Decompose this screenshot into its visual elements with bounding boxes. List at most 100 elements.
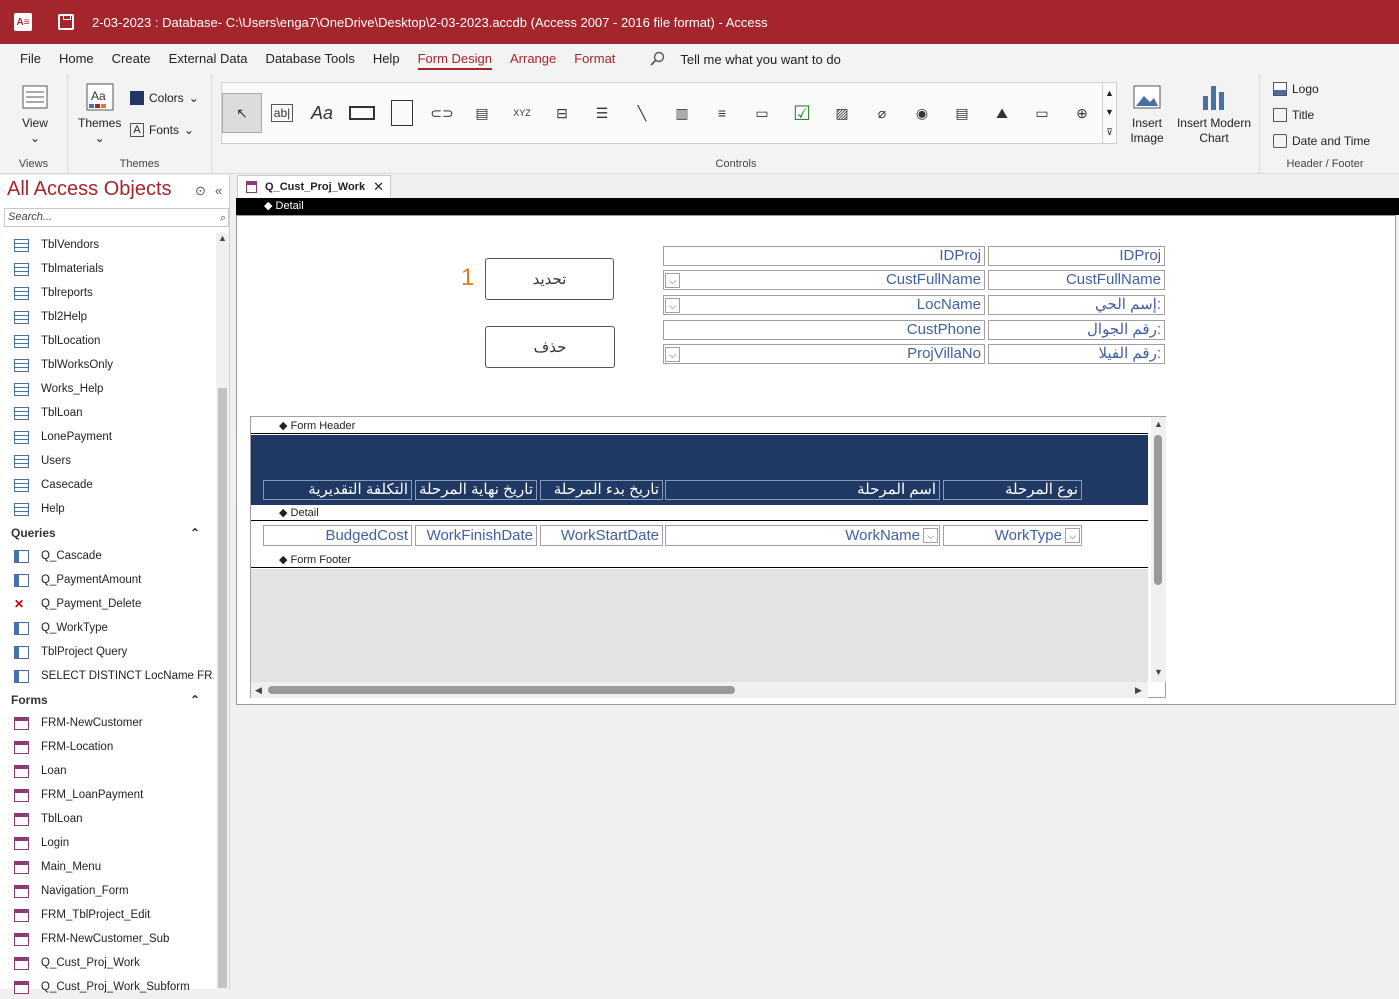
scroll-thumb[interactable] — [268, 686, 735, 694]
nav-pane-title[interactable]: All Access Objects — [7, 178, 172, 201]
title-button[interactable]: Title — [1273, 108, 1314, 122]
nav-table-item[interactable]: TblLocation — [0, 329, 214, 353]
idproj-textbox[interactable]: IDProj — [663, 246, 985, 266]
nav-form-item[interactable]: TblLoan — [0, 807, 214, 831]
queries-section-header[interactable]: Queries ⌃ — [0, 521, 214, 544]
nav-form-item[interactable]: FRM-NewCustomer — [0, 711, 214, 735]
subform-detail-bar[interactable]: ◆ Detail — [251, 505, 1148, 521]
locname-label[interactable]: إسم الحي: — [988, 295, 1165, 315]
tab-create[interactable]: Create — [103, 44, 160, 74]
scroll-down-icon[interactable]: ▼ — [1154, 667, 1163, 677]
workname-header[interactable]: اسم المرحلة — [665, 480, 940, 500]
tab-format[interactable]: Format — [565, 44, 624, 74]
custphone-label[interactable]: رقم الجوال: — [988, 320, 1165, 340]
nav-table-item[interactable]: LonePayment — [0, 425, 214, 449]
worktype-combobox[interactable]: ⌵ WorkType — [943, 525, 1082, 546]
nav-form-item[interactable]: Login — [0, 831, 214, 855]
collapse-pane-icon[interactable]: « — [215, 183, 222, 198]
themes-button[interactable]: Aa Themes ⌄ — [78, 82, 121, 146]
select-button[interactable]: تحديد — [485, 258, 614, 300]
nav-form-item[interactable]: Q_Cust_Proj_Work_Subform — [0, 975, 214, 999]
budgedcost-field[interactable]: BudgedCost — [263, 525, 412, 546]
nav-form-item[interactable]: Navigation_Form — [0, 879, 214, 903]
custphone-textbox[interactable]: CustPhone — [663, 320, 985, 340]
colors-button[interactable]: Colors ⌄ — [130, 91, 199, 105]
insert-chart-button[interactable]: Insert Modern Chart — [1176, 82, 1252, 146]
subform-horizontal-scrollbar[interactable]: ◀ ▶ — [251, 682, 1148, 698]
workstartdate-field[interactable]: WorkStartDate — [540, 525, 663, 546]
nav-query-item[interactable]: Q_Cascade — [0, 544, 214, 568]
nav-form-item[interactable]: FRM-NewCustomer_Sub — [0, 927, 214, 951]
work-subform-control[interactable]: ◆ Form Header التكلفة التقديرية تاريخ نه… — [250, 416, 1166, 698]
nav-table-item[interactable]: Works_Help — [0, 377, 214, 401]
chevron-down-icon[interactable]: ⌵ — [665, 298, 680, 313]
nav-form-item[interactable]: Q_Cust_Proj_Work — [0, 951, 214, 975]
nav-table-item[interactable]: Users — [0, 449, 214, 473]
custfullname-combobox[interactable]: ⌵ CustFullName — [663, 270, 985, 290]
nav-form-item[interactable]: FRM-Location — [0, 735, 214, 759]
save-icon[interactable] — [58, 14, 74, 30]
nav-table-item[interactable]: Help — [0, 497, 214, 521]
tab-file[interactable]: File — [11, 44, 50, 74]
subform-vertical-scrollbar[interactable]: ▲ ▼ — [1151, 417, 1166, 682]
detail-section-bar[interactable]: ◆ Detail — [236, 198, 1399, 215]
tab-form-design[interactable]: Form Design — [409, 44, 501, 74]
tab-database-tools[interactable]: Database Tools — [256, 44, 363, 74]
chevron-down-icon[interactable]: ⌵ — [1065, 528, 1080, 543]
nav-form-item[interactable]: FRM_TblProject_Edit — [0, 903, 214, 927]
chevron-down-icon[interactable]: ⌵ — [665, 347, 680, 362]
nav-dropdown-icon[interactable]: ⊙ — [195, 183, 206, 199]
workname-combobox[interactable]: ⌵ WorkName — [665, 525, 940, 546]
nav-query-item[interactable]: Q_PaymentAmount — [0, 568, 214, 592]
close-icon[interactable]: ✕ — [373, 179, 384, 195]
nav-form-item[interactable]: Main_Menu — [0, 855, 214, 879]
nav-table-item[interactable]: TblVendors — [0, 233, 214, 257]
nav-table-item[interactable]: Casecade — [0, 473, 214, 497]
fonts-button[interactable]: A Fonts ⌄ — [130, 123, 194, 137]
budgedcost-header[interactable]: التكلفة التقديرية — [263, 480, 412, 500]
idproj-label[interactable]: IDProj — [988, 246, 1165, 266]
scroll-left-icon[interactable]: ◀ — [255, 685, 262, 696]
tab-home[interactable]: Home — [50, 44, 103, 74]
scroll-up-icon[interactable]: ▲ — [1154, 419, 1163, 429]
tab-external-data[interactable]: External Data — [160, 44, 257, 74]
search-icon[interactable]: ⌕ — [220, 210, 226, 227]
scroll-right-icon[interactable]: ▶ — [1135, 685, 1142, 696]
delete-button[interactable]: حذف — [485, 326, 615, 368]
tab-arrange[interactable]: Arrange — [501, 44, 565, 74]
collapse-section-icon[interactable]: ⌃ — [190, 693, 200, 707]
projvillano-combobox[interactable]: ⌵ ProjVillaNo — [663, 344, 985, 364]
workfinishdate-header[interactable]: تاريخ نهاية المرحلة — [415, 480, 537, 500]
nav-table-item[interactable]: TblWorksOnly — [0, 353, 214, 377]
collapse-section-icon[interactable]: ⌃ — [190, 526, 200, 540]
tab-help[interactable]: Help — [364, 44, 409, 74]
forms-section-header[interactable]: Forms ⌃ — [0, 688, 214, 711]
nav-table-item[interactable]: Tbl2Help — [0, 305, 214, 329]
workfinishdate-field[interactable]: WorkFinishDate — [415, 525, 537, 546]
nav-query-item[interactable]: SELECT DISTINCT LocName FR... — [0, 664, 214, 688]
nav-query-item[interactable]: ✕ Q_Payment_Delete — [0, 592, 214, 616]
view-button[interactable]: View ⌄ — [20, 82, 50, 146]
nav-scrollbar[interactable]: ▲ — [216, 233, 229, 989]
nav-search-input[interactable]: Search... ⌕ — [4, 208, 229, 227]
chevron-down-icon[interactable]: ⌵ — [665, 273, 680, 288]
scroll-up-icon[interactable]: ▲ — [218, 233, 227, 243]
nav-form-item[interactable]: Loan — [0, 759, 214, 783]
nav-table-item[interactable]: Tblmaterials — [0, 257, 214, 281]
date-time-button[interactable]: Date and Time — [1273, 134, 1370, 148]
nav-table-item[interactable]: TblLoan — [0, 401, 214, 425]
workstartdate-header[interactable]: تاريخ بدء المرحلة — [540, 480, 663, 500]
tell-me-search[interactable]: Tell me what you want to do — [650, 51, 841, 67]
custfullname-label[interactable]: CustFullName — [988, 270, 1165, 290]
nav-form-item[interactable]: FRM_LoanPayment — [0, 783, 214, 807]
subform-form-footer-bar[interactable]: ◆ Form Footer — [251, 552, 1148, 568]
nav-query-item[interactable]: Q_WorkType — [0, 616, 214, 640]
projvillano-label[interactable]: رقم الفيلا: — [988, 344, 1165, 364]
document-tab[interactable]: Q_Cust_Proj_Work ✕ — [237, 175, 391, 198]
chevron-down-icon[interactable]: ⌵ — [923, 528, 938, 543]
locname-combobox[interactable]: ⌵ LocName — [663, 295, 985, 315]
logo-button[interactable]: Logo — [1273, 82, 1319, 96]
worktype-header[interactable]: نوع المرحلة — [943, 480, 1082, 500]
scroll-thumb[interactable] — [1154, 435, 1162, 585]
nav-query-item[interactable]: TblProject Query — [0, 640, 214, 664]
